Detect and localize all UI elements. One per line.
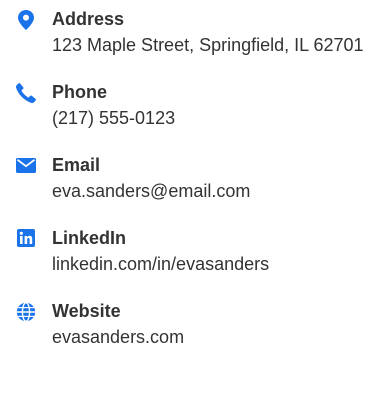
contact-label: Email [52,155,101,175]
contact-item-email: Email eva.sanders@email.com [0,154,391,206]
contact-value: (217) 555-0123 [52,108,176,128]
contact-text-address: Address 123 Maple Street, Springfield, I… [52,8,391,60]
linkedin-icon [0,227,52,247]
globe-icon [0,300,52,322]
contact-text-phone: Phone (217) 555-0123 [52,81,391,133]
contact-value: 123 Maple Street, Springfield, IL 62701 [52,35,364,55]
envelope-icon [0,154,52,173]
phone-icon [0,81,52,103]
contact-value[interactable]: evasanders.com [52,322,383,352]
contact-item-address: Address 123 Maple Street, Springfield, I… [0,8,391,60]
contact-label: Phone [52,82,108,102]
contact-item-phone: Phone (217) 555-0123 [0,81,391,133]
contact-item-linkedin: LinkedIn linkedin.com/in/evasanders [0,227,391,279]
contact-text-linkedin: LinkedIn linkedin.com/in/evasanders [52,227,391,279]
contact-label: Website [52,301,121,321]
contact-label: Address [52,9,125,29]
contact-value[interactable]: linkedin.com/in/evasanders [52,249,383,279]
contact-text-email: Email eva.sanders@email.com [52,154,391,206]
contact-label: LinkedIn [52,228,127,248]
map-pin-icon [0,8,52,30]
contact-value: eva.sanders@email.com [52,181,251,201]
contact-info-list: Address 123 Maple Street, Springfield, I… [0,0,391,419]
contact-item-website: Website evasanders.com [0,300,391,352]
contact-text-website: Website evasanders.com [52,300,391,352]
